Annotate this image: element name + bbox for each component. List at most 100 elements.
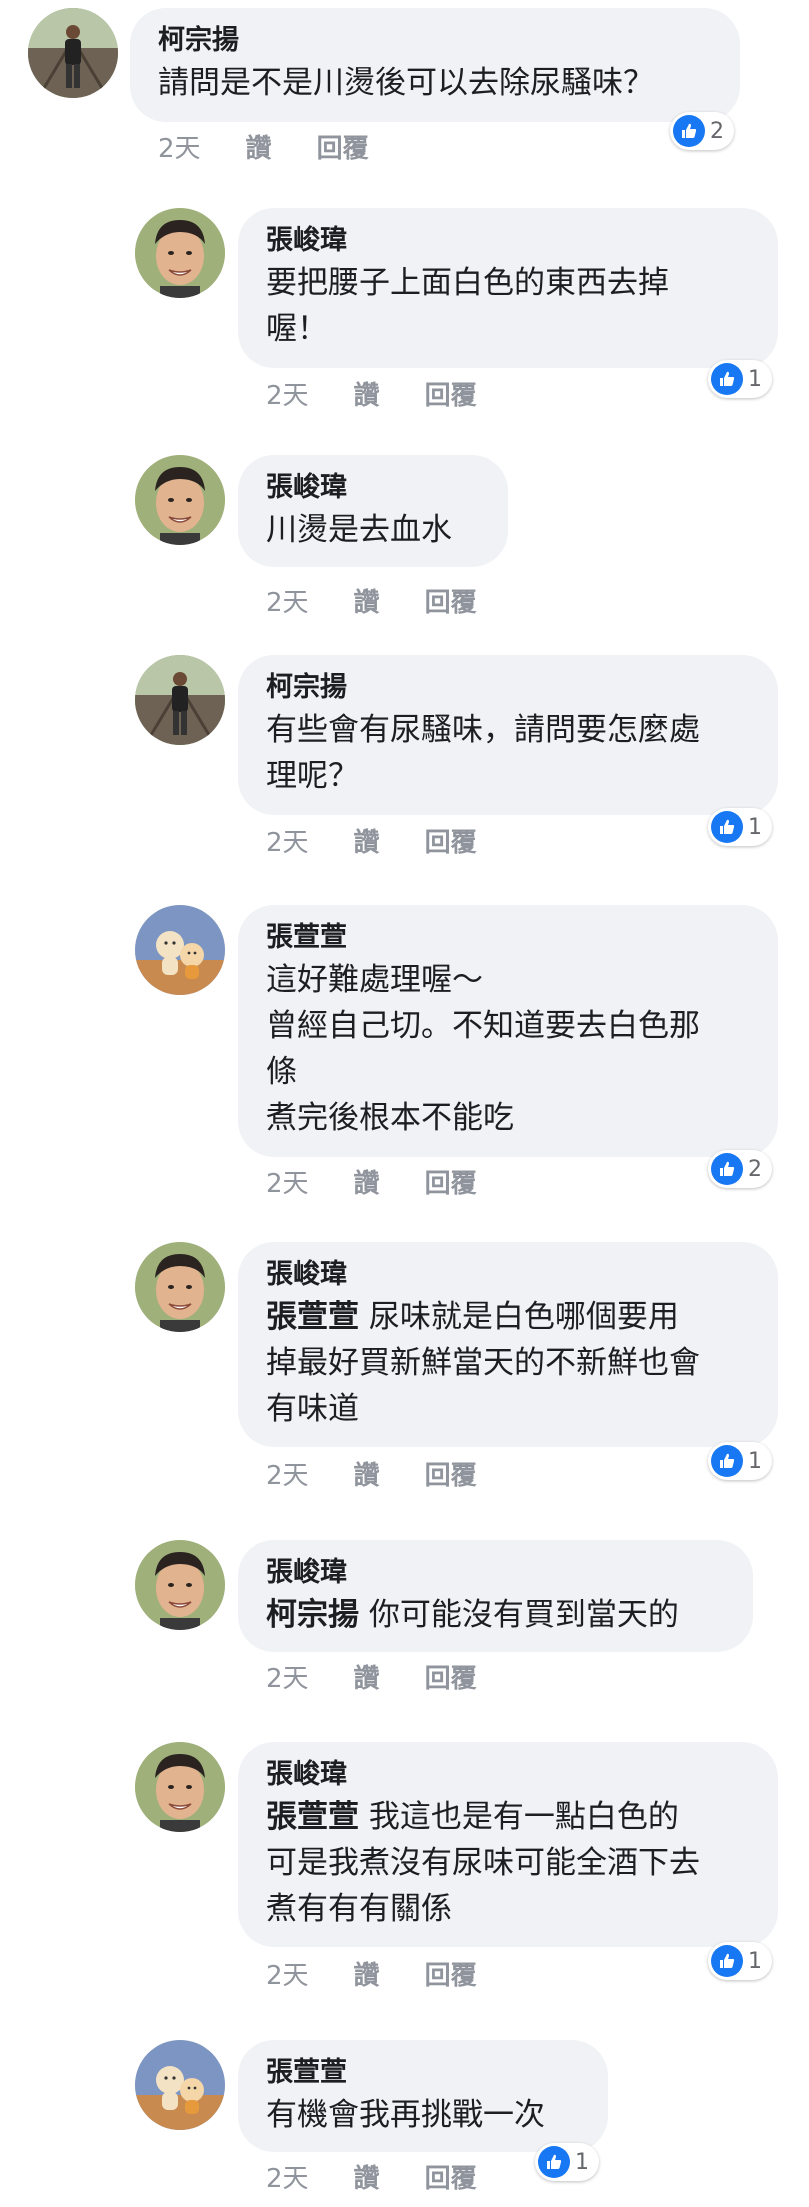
comment-text: 有機會我再挑戰一次	[266, 2092, 578, 2138]
like-action[interactable]: 讚	[354, 1658, 380, 1695]
reply-action[interactable]: 回覆	[317, 128, 369, 165]
comment-text-line: 川燙是去血水	[266, 512, 452, 548]
thumbs-up-icon	[711, 1445, 743, 1477]
like-action[interactable]: 讚	[354, 1455, 380, 1492]
toy-figures-avatar[interactable]	[135, 905, 225, 995]
reply-action[interactable]: 回覆	[425, 582, 477, 619]
comment-text: 要把腰子上面白色的東西去掉 喔！	[266, 260, 748, 352]
man-on-railroad-avatar[interactable]	[135, 655, 225, 745]
comment-text-line: 喔！	[266, 311, 328, 347]
comment-timestamp: 2天	[266, 381, 309, 411]
comment-text: 張萱萱 我這也是有一點白色的 可是我煮沒有尿味可能全酒下去 煮有有有關係	[266, 1794, 748, 1932]
comment-text: 這好難處理喔～ 曾經自己切。不知道要去白色那條煮完後根本不能吃	[266, 957, 748, 1141]
reply-action[interactable]: 回覆	[425, 1658, 477, 1695]
reaction-badge[interactable]: 2	[708, 1150, 772, 1188]
reaction-badge[interactable]: 2	[670, 112, 734, 150]
reaction-badge[interactable]: 1	[708, 808, 772, 846]
comment-actions: 2天 讚 回覆	[266, 1658, 522, 1695]
reply-action[interactable]: 回覆	[425, 2158, 477, 2195]
smiling-man-avatar[interactable]	[135, 1742, 225, 1832]
comment-text-line: 有味道	[266, 1391, 359, 1427]
thumbs-up-icon	[711, 811, 743, 843]
comment-author[interactable]: 張峻瑋	[266, 222, 748, 260]
comment-bubble: 張萱萱有機會我再挑戰一次	[238, 2040, 608, 2152]
comment-author[interactable]: 柯宗揚	[266, 669, 748, 707]
comment-actions: 2天 讚 回覆	[266, 1455, 522, 1492]
smiling-man-avatar[interactable]	[135, 1540, 225, 1630]
reply-action[interactable]: 回覆	[425, 375, 477, 412]
comment-text-fragment: 你可能沒有買到當天的	[359, 1597, 679, 1633]
reaction-badge[interactable]: 1	[708, 360, 772, 398]
reply-action[interactable]: 回覆	[425, 822, 477, 859]
comment-bubble: 張峻瑋張萱萱 尿味就是白色哪個要用掉最好買新鮮當天的不新鮮也會 有味道	[238, 1242, 778, 1447]
reply-action[interactable]: 回覆	[425, 1955, 477, 1992]
comment-author[interactable]: 柯宗揚	[158, 22, 710, 60]
comment-timestamp: 2天	[266, 1461, 309, 1491]
reaction-count: 1	[748, 1448, 762, 1474]
comment-bubble: 柯宗揚 有些會有尿騷味，請問要怎麼處 理呢？	[238, 655, 778, 815]
comment-timestamp: 2天	[266, 1961, 309, 1991]
like-action[interactable]: 讚	[354, 1163, 380, 1200]
comment-author[interactable]: 張萱萱	[266, 2054, 578, 2092]
like-action[interactable]: 讚	[354, 822, 380, 859]
smiling-man-avatar[interactable]	[135, 1242, 225, 1332]
comment-bubble: 張峻瑋 要把腰子上面白色的東西去掉 喔！	[238, 208, 778, 368]
comment-author[interactable]: 張峻瑋	[266, 1256, 748, 1294]
comment-text: 請問是不是川燙後可以去除尿騷味？	[158, 60, 710, 106]
reaction-count: 2	[748, 1156, 762, 1182]
like-action[interactable]: 讚	[354, 582, 380, 619]
comment-timestamp: 2天	[266, 588, 309, 618]
reaction-badge[interactable]: 1	[708, 1442, 772, 1480]
comment-actions: 2天 讚 回覆	[266, 2158, 522, 2195]
like-action[interactable]: 讚	[354, 2158, 380, 2195]
comment-text-fragment: 我這也是有一點白色的	[359, 1799, 679, 1835]
comment-actions: 2天 讚 回覆	[158, 128, 414, 165]
comment-timestamp: 2天	[266, 828, 309, 858]
toy-figures-avatar[interactable]	[135, 2040, 225, 2130]
mention-link[interactable]: 柯宗揚	[266, 1597, 359, 1633]
reply-action[interactable]: 回覆	[425, 1455, 477, 1492]
like-action[interactable]: 讚	[354, 1955, 380, 1992]
comment-bubble: 柯宗揚 請問是不是川燙後可以去除尿騷味？	[130, 8, 740, 122]
like-action[interactable]: 讚	[354, 375, 380, 412]
mention-link[interactable]: 張萱萱	[266, 1299, 359, 1335]
comment-text-line: 條	[266, 1054, 297, 1090]
thumbs-up-icon	[711, 363, 743, 395]
man-on-railroad-avatar[interactable]	[28, 8, 118, 98]
reaction-count: 1	[748, 814, 762, 840]
comment-author[interactable]: 張萱萱	[266, 919, 748, 957]
reply-action[interactable]: 回覆	[425, 1163, 477, 1200]
comment-actions: 2天 讚 回覆	[266, 582, 522, 619]
reaction-badge[interactable]: 1	[708, 1942, 772, 1980]
comment-text-line: 有些會有尿騷味，請問要怎麼處	[266, 712, 700, 748]
comment-author[interactable]: 張峻瑋	[266, 1756, 748, 1794]
comment-actions: 2天 讚 回覆	[266, 375, 522, 412]
mention-link[interactable]: 張萱萱	[266, 1799, 359, 1835]
comment-text: 有些會有尿騷味，請問要怎麼處 理呢？	[266, 707, 748, 799]
smiling-man-avatar[interactable]	[135, 208, 225, 298]
thumbs-up-icon	[711, 1945, 743, 1977]
reaction-count: 1	[575, 2149, 589, 2175]
comment-timestamp: 2天	[158, 134, 201, 164]
comment-timestamp: 2天	[266, 1169, 309, 1199]
comment-text-fragment: 尿味就是白色哪個要用	[359, 1299, 679, 1335]
comment-author[interactable]: 張峻瑋	[266, 469, 478, 507]
comment-bubble: 張萱萱 這好難處理喔～ 曾經自己切。不知道要去白色那條煮完後根本不能吃	[238, 905, 778, 1157]
comment-text: 柯宗揚 你可能沒有買到當天的	[266, 1592, 723, 1638]
reaction-count: 1	[748, 1948, 762, 1974]
comment-text-line: 張萱萱 我這也是有一點白色的	[266, 1794, 748, 1840]
comment-bubble: 張峻瑋 柯宗揚 你可能沒有買到當天的	[238, 1540, 753, 1652]
comment-author[interactable]: 張峻瑋	[266, 1554, 723, 1592]
comment-text-line: 掉最好買新鮮當天的不新鮮也會	[266, 1345, 700, 1381]
comment-text-line: 柯宗揚 你可能沒有買到當天的	[266, 1592, 723, 1638]
comment-text-line: 有機會我再挑戰一次	[266, 2097, 545, 2133]
smiling-man-avatar[interactable]	[135, 455, 225, 545]
reaction-count: 2	[710, 118, 724, 144]
comment-text-line: 要把腰子上面白色的東西去掉	[266, 265, 669, 301]
reaction-badge[interactable]: 1	[535, 2143, 599, 2181]
comment-text-line: 曾經自己切。不知道要去白色那	[266, 1008, 700, 1044]
thumbs-up-icon	[673, 115, 705, 147]
comment-text-line: 理呢？	[266, 758, 359, 794]
comment-actions: 2天 讚 回覆	[266, 822, 522, 859]
like-action[interactable]: 讚	[246, 128, 272, 165]
